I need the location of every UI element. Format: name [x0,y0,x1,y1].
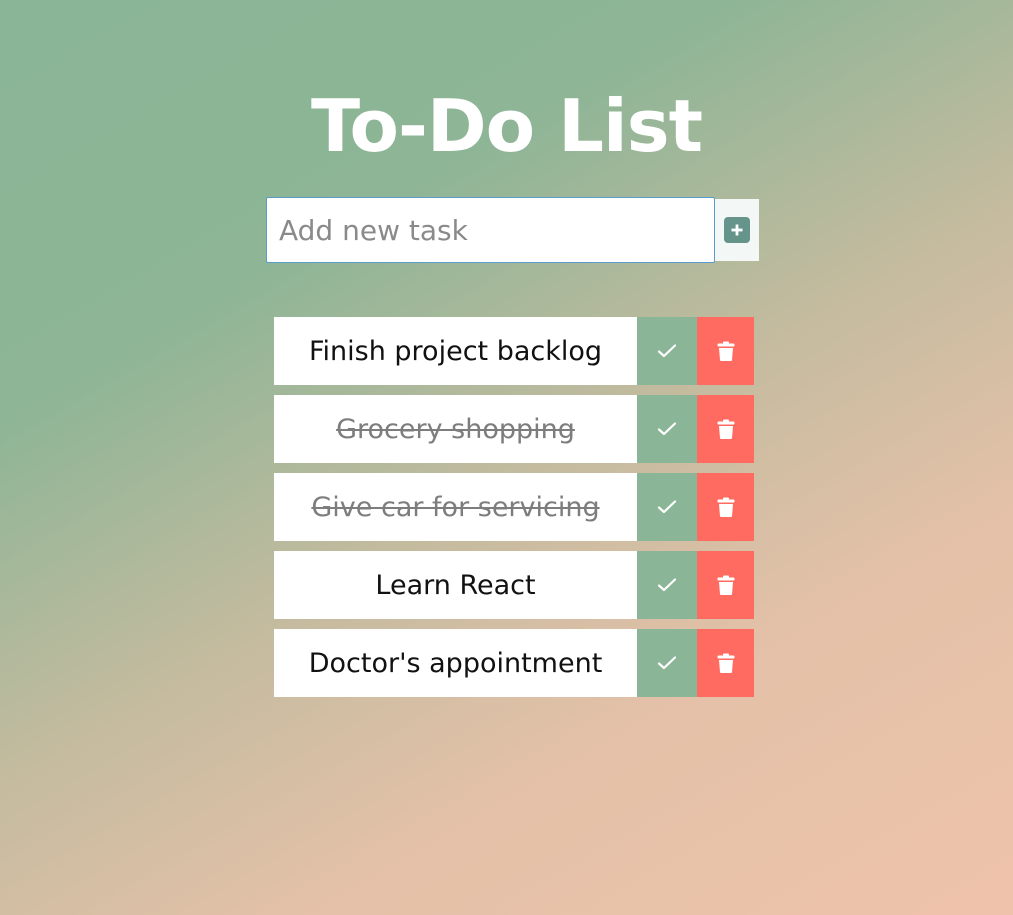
complete-task-button[interactable] [637,473,697,541]
add-task-form [266,197,759,263]
delete-task-button[interactable] [697,551,754,619]
check-icon [657,343,677,359]
trash-icon [717,341,735,361]
complete-task-button[interactable] [637,551,697,619]
task-text: Grocery shopping [274,395,637,463]
trash-icon [717,575,735,595]
trash-icon [717,497,735,517]
task-text: Give car for servicing [274,473,637,541]
check-icon [657,655,677,671]
task-text: Finish project backlog [274,317,637,385]
task-list: Finish project backlog Grocery shopping … [274,317,754,707]
check-icon [657,577,677,593]
check-icon [657,421,677,437]
task-row: Give car for servicing [274,473,754,541]
todo-app: To-Do List Finish project backlog [0,0,1013,915]
task-text: Learn React [274,551,637,619]
delete-task-button[interactable] [697,395,754,463]
complete-task-button[interactable] [637,317,697,385]
plus-square-icon [724,217,750,243]
page-title: To-Do List [310,84,703,169]
delete-task-button[interactable] [697,473,754,541]
trash-icon [717,653,735,673]
trash-icon [717,419,735,439]
task-text: Doctor's appointment [274,629,637,697]
add-task-button[interactable] [715,199,759,261]
task-row: Grocery shopping [274,395,754,463]
complete-task-button[interactable] [637,395,697,463]
task-row: Doctor's appointment [274,629,754,697]
complete-task-button[interactable] [637,629,697,697]
task-row: Finish project backlog [274,317,754,385]
check-icon [657,499,677,515]
add-task-input[interactable] [266,197,715,263]
task-row: Learn React [274,551,754,619]
delete-task-button[interactable] [697,317,754,385]
delete-task-button[interactable] [697,629,754,697]
